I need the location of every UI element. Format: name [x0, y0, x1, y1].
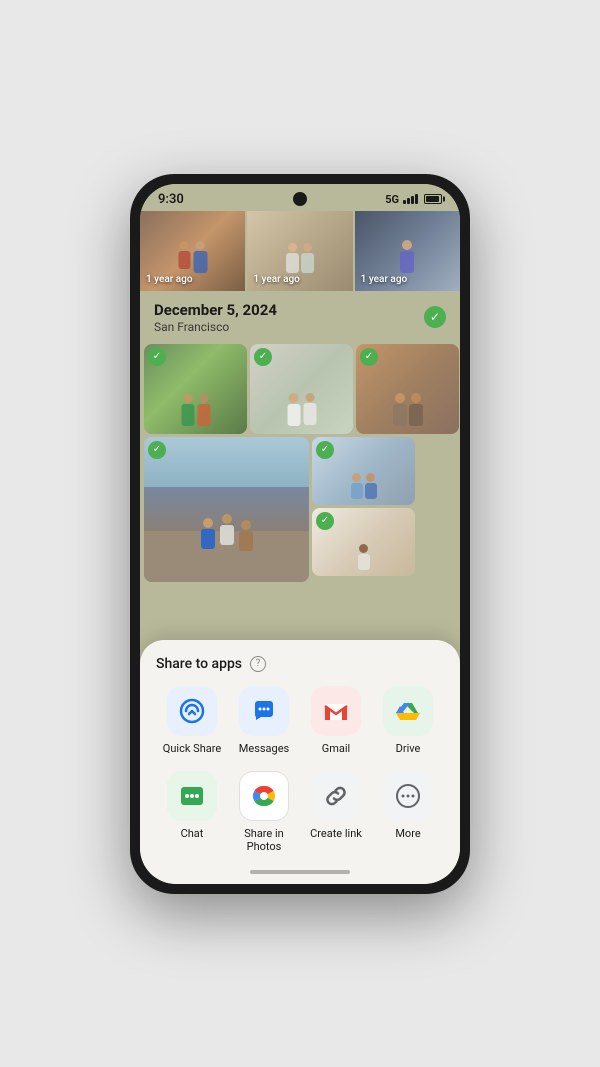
- photo-cell-large[interactable]: ✓: [144, 437, 309, 582]
- grid-row-2: ✓: [144, 437, 456, 582]
- battery-icon: [424, 194, 442, 204]
- select-all-check[interactable]: ✓: [424, 306, 446, 328]
- quick-share-label: Quick Share: [163, 742, 221, 755]
- phone-frame: 9:30 5G: [130, 174, 470, 894]
- gmail-icon: [311, 686, 361, 736]
- app-drive[interactable]: Drive: [374, 686, 442, 755]
- status-icons: 5G: [385, 193, 442, 206]
- app-gmail[interactable]: Gmail: [302, 686, 370, 755]
- photo-check-3: ✓: [360, 348, 378, 366]
- share-title: Share to apps: [156, 656, 242, 672]
- chat-icon: [167, 771, 217, 821]
- memory-label-3: 1 year ago: [361, 274, 408, 285]
- network-label: 5G: [385, 193, 399, 206]
- create-link-label: Create link: [310, 827, 362, 840]
- chat-label: Chat: [181, 827, 204, 840]
- photo-check-2: ✓: [254, 348, 272, 366]
- help-icon[interactable]: ?: [250, 656, 266, 672]
- photo-cell-small-2[interactable]: ✓: [312, 508, 415, 576]
- apps-row-1: Quick Share Messages: [156, 686, 444, 755]
- grid-col-right: ✓ ✓: [312, 437, 415, 582]
- apps-row-2: Chat: [156, 771, 444, 853]
- app-chat[interactable]: Chat: [158, 771, 226, 853]
- memory-thumb-3[interactable]: 1 year ago: [355, 211, 460, 291]
- app-more[interactable]: More: [374, 771, 442, 853]
- memories-strip: 1 year ago 1 year ago 1 year ago: [140, 211, 460, 291]
- date-title: December 5, 2024: [154, 301, 277, 319]
- memory-thumb-2[interactable]: 1 year ago: [247, 211, 352, 291]
- memory-label-1: 1 year ago: [146, 274, 193, 285]
- app-quick-share[interactable]: Quick Share: [158, 686, 226, 755]
- signal-icon: [403, 194, 418, 204]
- photo-check-small-1: ✓: [316, 441, 334, 459]
- app-create-link[interactable]: Create link: [302, 771, 370, 853]
- photo-cell-3[interactable]: ✓: [356, 344, 459, 434]
- content-area: 1 year ago 1 year ago 1 year ago: [140, 211, 460, 884]
- photo-check-large: ✓: [148, 441, 166, 459]
- phone-screen: 9:30 5G: [140, 184, 460, 884]
- more-icon: [383, 771, 433, 821]
- more-label: More: [395, 827, 420, 840]
- grid-row-1: ✓ ✓: [144, 344, 456, 434]
- photos-icon: [239, 771, 289, 821]
- memory-thumb-1[interactable]: 1 year ago: [140, 211, 245, 291]
- app-share-photos[interactable]: Share in Photos: [230, 771, 298, 853]
- location-subtitle: San Francisco: [154, 320, 277, 334]
- share-sheet: Share to apps ? Quick Share: [140, 640, 460, 884]
- messages-icon: [239, 686, 289, 736]
- camera-notch: [293, 192, 307, 206]
- app-messages[interactable]: Messages: [230, 686, 298, 755]
- photo-cell-small-1[interactable]: ✓: [312, 437, 415, 505]
- date-section: December 5, 2024 San Francisco ✓: [140, 291, 460, 340]
- drive-icon: [383, 686, 433, 736]
- photo-check-1: ✓: [148, 348, 166, 366]
- share-photos-label: Share in Photos: [230, 827, 298, 853]
- photo-cell-2[interactable]: ✓: [250, 344, 353, 434]
- status-bar: 9:30 5G: [140, 184, 460, 211]
- messages-label: Messages: [239, 742, 289, 755]
- memory-label-2: 1 year ago: [253, 274, 300, 285]
- photos-grid: ✓ ✓: [140, 340, 460, 640]
- status-time: 9:30: [158, 192, 184, 207]
- gmail-label: Gmail: [322, 742, 350, 755]
- home-indicator: [250, 870, 350, 874]
- link-icon: [311, 771, 361, 821]
- drive-label: Drive: [396, 742, 421, 755]
- sheet-header: Share to apps ?: [156, 656, 444, 672]
- photo-cell-1[interactable]: ✓: [144, 344, 247, 434]
- quick-share-icon: [167, 686, 217, 736]
- photo-check-small-2: ✓: [316, 512, 334, 530]
